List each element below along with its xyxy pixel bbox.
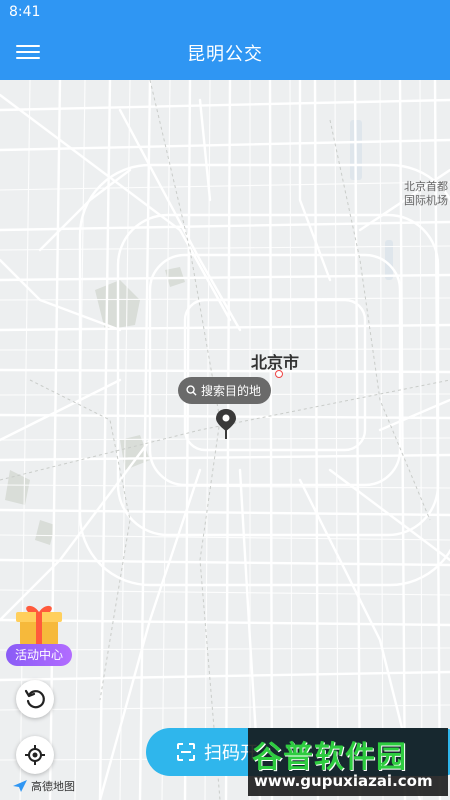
map-roads xyxy=(0,80,450,800)
airport-label-line2: 国际机场 xyxy=(404,194,448,207)
refresh-icon xyxy=(24,689,45,709)
search-icon xyxy=(186,385,197,396)
locate-button[interactable] xyxy=(16,736,54,774)
activity-center-button[interactable]: 活动中心 xyxy=(6,602,72,666)
airport-label: 北京首都 国际机场 xyxy=(404,180,448,208)
scan-icon xyxy=(177,743,195,761)
amap-logo-icon xyxy=(13,780,27,792)
map-provider-label: 高德地图 xyxy=(31,780,75,793)
watermark-brand: 谷普软件园 xyxy=(252,740,407,775)
location-pin-icon xyxy=(216,409,236,439)
gift-icon xyxy=(16,605,62,646)
map-view[interactable]: 北京首都 国际机场 xyxy=(0,80,450,800)
city-label: 北京市 xyxy=(251,353,300,372)
status-bar: 8:41 xyxy=(0,0,450,26)
watermark: 谷普软件园 www.gupuxiazai.com xyxy=(248,728,448,796)
activity-center-label: 活动中心 xyxy=(6,644,72,666)
search-destination-button[interactable]: 搜索目的地 xyxy=(178,377,272,404)
locate-icon xyxy=(25,745,45,765)
page-title: 昆明公交 xyxy=(187,44,263,65)
app-bar: 昆明公交 xyxy=(0,26,450,80)
search-placeholder: 搜索目的地 xyxy=(201,384,262,398)
refresh-button[interactable] xyxy=(16,680,54,718)
map-provider-logo: 高德地图 xyxy=(12,778,75,794)
status-time: 8:41 xyxy=(9,4,41,20)
watermark-url: www.gupuxiazai.com xyxy=(254,772,433,790)
city-center-marker xyxy=(275,370,283,378)
airport-label-line1: 北京首都 xyxy=(404,180,448,193)
